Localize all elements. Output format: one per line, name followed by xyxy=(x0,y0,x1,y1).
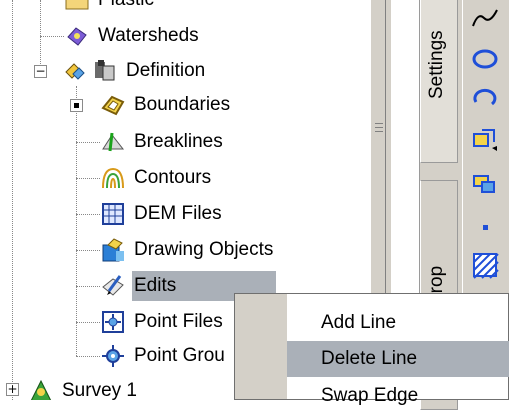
tree-connector xyxy=(76,214,100,215)
menu-item-label: Add Line xyxy=(321,312,397,333)
tree-item-definition[interactable]: Definition xyxy=(64,54,205,88)
tree-connector xyxy=(76,356,100,357)
tree-item-label: Contours xyxy=(134,167,212,188)
ellipse-tool-icon[interactable] xyxy=(470,44,500,74)
contours-icon xyxy=(100,165,126,191)
tab-settings[interactable]: Settings xyxy=(420,0,458,163)
arc-tool-icon[interactable] xyxy=(470,84,500,114)
watersheds-icon xyxy=(64,23,90,49)
tree-connector xyxy=(12,0,13,400)
tree-connector xyxy=(40,36,64,37)
drawing-objects-icon xyxy=(100,237,126,263)
splitter-grip[interactable] xyxy=(375,123,383,137)
tree-connector xyxy=(76,250,100,251)
tree-item-label: Point Files xyxy=(134,311,223,332)
make-block-tool-icon[interactable] xyxy=(470,168,500,198)
tree-connector xyxy=(76,86,77,356)
tab-settings-label: Settings xyxy=(426,30,447,99)
tree-item-label: Breaklines xyxy=(134,131,223,152)
tree-item-label: Point Grou xyxy=(134,345,225,366)
insert-block-tool-icon[interactable] xyxy=(470,124,500,154)
context-menu: Add Line Delete Line Swap Edge xyxy=(234,293,509,406)
tree-item-label: Watersheds xyxy=(98,25,199,46)
menu-item-swap-edge[interactable]: Swap Edge xyxy=(287,378,509,414)
tree-item-dem-files[interactable]: DEM Files xyxy=(100,197,222,231)
definition-stack-icon xyxy=(92,58,118,84)
survey-icon xyxy=(28,378,54,400)
menu-item-delete-line[interactable]: Delete Line xyxy=(287,341,509,377)
tree-item-point-groups[interactable]: Point Grou xyxy=(100,339,225,373)
tree-connector xyxy=(76,322,100,323)
tree-item-label: Drawing Objects xyxy=(134,239,274,260)
collapse-toggle[interactable] xyxy=(70,99,83,112)
tree-item-survey[interactable]: Survey 1 xyxy=(28,374,137,400)
collapse-toggle[interactable]: − xyxy=(34,65,47,78)
tree-connector xyxy=(76,178,100,179)
hatch-tool-icon[interactable] xyxy=(470,250,500,280)
tree-item-drawing-objects[interactable]: Drawing Objects xyxy=(100,233,273,267)
tree-item-boundaries[interactable]: Boundaries xyxy=(100,88,230,122)
menu-item-label: Swap Edge xyxy=(321,385,419,406)
menu-item-label: Delete Line xyxy=(321,348,418,369)
tree-item-label: Boundaries xyxy=(134,94,231,115)
dem-files-icon xyxy=(100,201,126,227)
tree-item-plastic[interactable]: Plastic xyxy=(64,0,154,17)
tree-item-label: DEM Files xyxy=(134,203,222,224)
point-tool-icon[interactable] xyxy=(470,212,500,242)
point-groups-icon xyxy=(100,343,126,369)
tree-item-label: Plastic xyxy=(98,0,154,11)
tree-item-label: Survey 1 xyxy=(62,380,137,400)
tree-item-watersheds[interactable]: Watersheds xyxy=(64,19,199,53)
tree-item-breaklines[interactable]: Breaklines xyxy=(100,125,223,159)
tree-connector xyxy=(76,142,100,143)
edits-icon xyxy=(100,273,126,299)
boundaries-icon xyxy=(100,92,126,118)
point-files-icon xyxy=(100,309,126,335)
tree-item-label: Definition xyxy=(126,60,206,81)
wave-tool-icon[interactable] xyxy=(470,4,500,34)
context-menu-gutter xyxy=(235,294,287,399)
breaklines-icon xyxy=(100,129,126,155)
folder-icon xyxy=(64,0,90,13)
tree-item-contours[interactable]: Contours xyxy=(100,161,211,195)
definition-icon xyxy=(64,58,90,84)
menu-item-add-line[interactable]: Add Line xyxy=(287,305,509,341)
tree-connector xyxy=(76,286,100,287)
tree-item-point-files[interactable]: Point Files xyxy=(100,305,223,339)
expand-toggle[interactable]: + xyxy=(6,383,19,396)
